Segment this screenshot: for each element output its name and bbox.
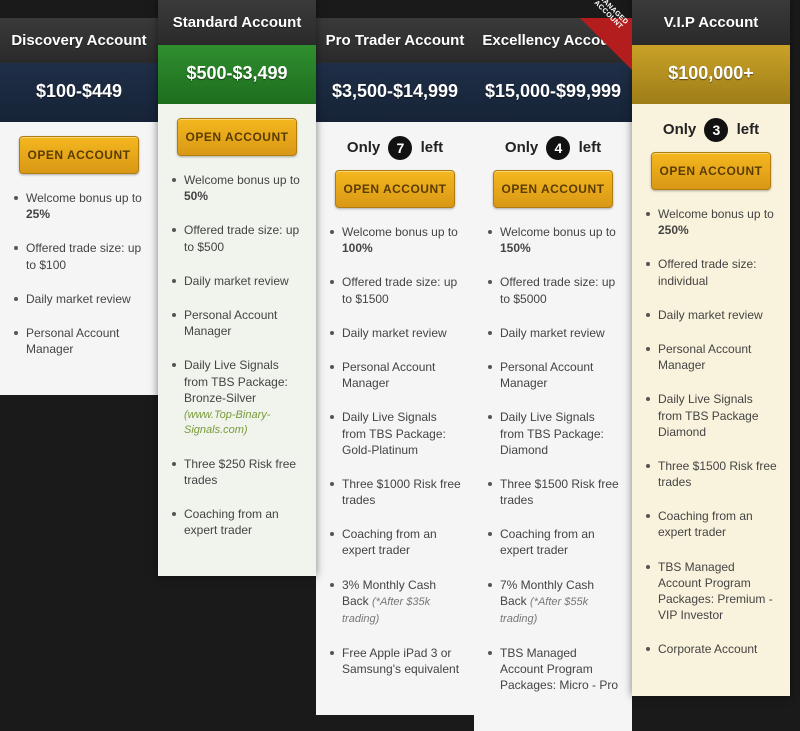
plan-pro-trader: Pro Trader Account $3,500-$14,999 Only 7… — [316, 18, 474, 715]
list-item: Personal Account Manager — [646, 341, 778, 373]
list-item: Coaching from an expert trader — [330, 526, 462, 558]
only-left-count: 7 — [388, 136, 412, 160]
plan-price: $15,000-$99,999 — [474, 63, 632, 122]
plan-price: $100,000+ — [632, 45, 790, 104]
plan-price: $100-$449 — [0, 63, 158, 122]
list-item: Daily market review — [14, 291, 146, 307]
open-account-button[interactable]: OPEN ACCOUNT — [651, 152, 771, 190]
list-item: Daily market review — [488, 325, 620, 341]
list-item: Coaching from an expert trader — [488, 526, 620, 558]
plan-title: Pro Trader Account — [316, 18, 474, 63]
pricing-table: Discovery Account $100-$449 OPEN ACCOUNT… — [0, 0, 800, 731]
open-account-button[interactable]: OPEN ACCOUNT — [177, 118, 297, 156]
only-left-label: Only 7 left — [328, 136, 462, 160]
list-item: Free Apple iPad 3 or Samsung's equivalen… — [330, 645, 462, 677]
plan-body: Only 3 left OPEN ACCOUNT Welcome bonus u… — [632, 104, 790, 696]
list-item: Daily Live Signals from TBS Package: Dia… — [488, 409, 620, 458]
list-item: Daily market review — [330, 325, 462, 341]
list-item: Personal Account Manager — [330, 359, 462, 391]
list-item: Coaching from an expert trader — [172, 506, 304, 538]
feature-list: Welcome bonus up to 25% Offered trade si… — [12, 190, 146, 357]
list-item: 7% Monthly Cash Back (*After $55k tradin… — [488, 577, 620, 627]
feature-list: Welcome bonus up to 250% Offered trade s… — [644, 206, 778, 658]
feature-list: Welcome bonus up to 100% Offered trade s… — [328, 224, 462, 677]
feature-list: Welcome bonus up to 150% Offered trade s… — [486, 224, 620, 693]
list-item: Personal Account Manager — [488, 359, 620, 391]
plan-discovery: Discovery Account $100-$449 OPEN ACCOUNT… — [0, 18, 158, 395]
only-left-label: Only 4 left — [486, 136, 620, 160]
list-item: Welcome bonus up to 25% — [14, 190, 146, 222]
feature-list: Welcome bonus up to 50% Offered trade si… — [170, 172, 304, 538]
only-left-count: 3 — [704, 118, 728, 142]
list-item: Welcome bonus up to 250% — [646, 206, 778, 238]
list-item: Three $1000 Risk free trades — [330, 476, 462, 508]
plan-title: Discovery Account — [0, 18, 158, 63]
list-item: Daily market review — [172, 273, 304, 289]
plan-excellency: MANAGED ACCOUNT Excellency Account $15,0… — [474, 18, 632, 731]
list-item: Personal Account Manager — [14, 325, 146, 357]
list-item: Offered trade size: individual — [646, 256, 778, 288]
list-item: 3% Monthly Cash Back (*After $35k tradin… — [330, 577, 462, 627]
plan-body: OPEN ACCOUNT Welcome bonus up to 25% Off… — [0, 122, 158, 395]
only-left-count: 4 — [546, 136, 570, 160]
list-item: Daily Live Signals from TBS Package Diam… — [646, 391, 778, 440]
list-item: Three $1500 Risk free trades — [488, 476, 620, 508]
open-account-button[interactable]: OPEN ACCOUNT — [493, 170, 613, 208]
plan-vip: V.I.P Account $100,000+ Only 3 left OPEN… — [632, 0, 790, 696]
list-item: Three $250 Risk free trades — [172, 456, 304, 488]
plan-standard: Standard Account $500-$3,499 OPEN ACCOUN… — [158, 0, 316, 576]
list-item: Corporate Account — [646, 641, 778, 657]
list-item: TBS Managed Account Program Packages: Mi… — [488, 645, 620, 694]
plan-title: V.I.P Account — [632, 0, 790, 45]
list-item: Daily Live Signals from TBS Package: Gol… — [330, 409, 462, 458]
list-item: TBS Managed Account Program Packages: Pr… — [646, 559, 778, 624]
list-item: Three $1500 Risk free trades — [646, 458, 778, 490]
list-item: Coaching from an expert trader — [646, 508, 778, 540]
list-item: Welcome bonus up to 150% — [488, 224, 620, 256]
list-item: Welcome bonus up to 100% — [330, 224, 462, 256]
plan-body: Only 4 left OPEN ACCOUNT Welcome bonus u… — [474, 122, 632, 731]
plan-body: Only 7 left OPEN ACCOUNT Welcome bonus u… — [316, 122, 474, 715]
list-item: Daily Live Signals from TBS Package: Bro… — [172, 357, 304, 437]
plan-body: OPEN ACCOUNT Welcome bonus up to 50% Off… — [158, 104, 316, 576]
list-item: Personal Account Manager — [172, 307, 304, 339]
plan-price: $500-$3,499 — [158, 45, 316, 104]
list-item: Offered trade size: up to $5000 — [488, 274, 620, 306]
plan-title: Standard Account — [158, 0, 316, 45]
list-item: Daily market review — [646, 307, 778, 323]
list-item: Offered trade size: up to $500 — [172, 222, 304, 254]
list-item: Offered trade size: up to $1500 — [330, 274, 462, 306]
list-item: Offered trade size: up to $100 — [14, 240, 146, 272]
open-account-button[interactable]: OPEN ACCOUNT — [335, 170, 455, 208]
open-account-button[interactable]: OPEN ACCOUNT — [19, 136, 139, 174]
only-left-label: Only 3 left — [644, 118, 778, 142]
plan-price: $3,500-$14,999 — [316, 63, 474, 122]
list-item: Welcome bonus up to 50% — [172, 172, 304, 204]
